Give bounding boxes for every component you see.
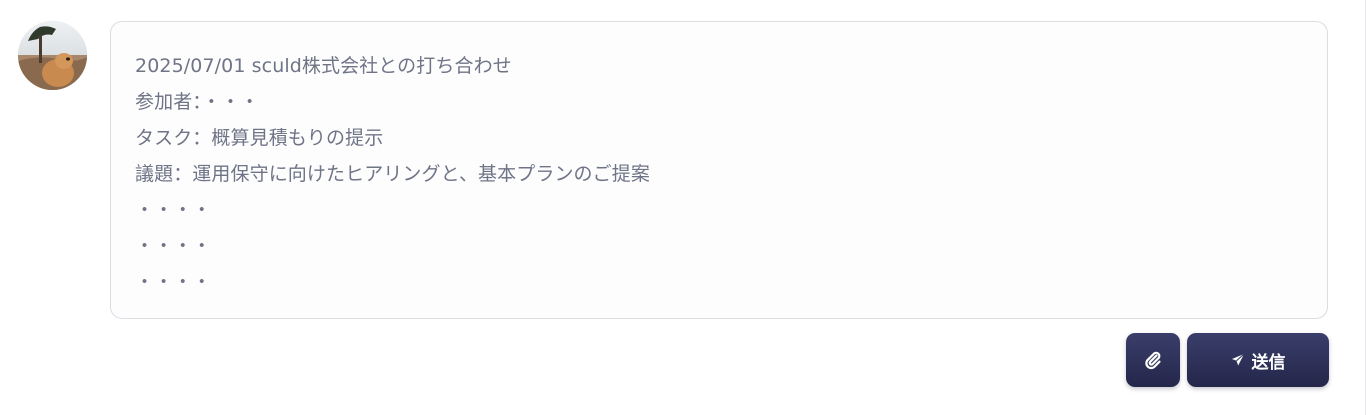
message-line-title: 2025/07/01 sculd株式会社との打ち合わせ (135, 55, 512, 77)
message-line-agenda: 議題：運用保守に向けたヒアリングと、基本プランのご提案 (135, 163, 650, 185)
avatar-photo-image (18, 21, 87, 90)
paperclip-icon (1144, 350, 1162, 370)
chat-compose-page: 2025/07/01 sculd株式会社との打ち合わせ 参加者：・・・ タスク：… (0, 0, 1366, 415)
send-button[interactable]: 送信 (1187, 333, 1329, 387)
message-input-box[interactable]: 2025/07/01 sculd株式会社との打ち合わせ 参加者：・・・ タスク：… (110, 21, 1328, 319)
attach-file-button[interactable] (1126, 333, 1180, 387)
message-line-ellipsis-3: ・・・・ (135, 271, 212, 293)
paper-plane-icon (1231, 353, 1245, 367)
message-line-ellipsis-1: ・・・・ (135, 199, 212, 221)
message-line-task: タスク：概算見積もりの提示 (135, 127, 384, 149)
message-line-participants: 参加者：・・・ (135, 91, 260, 113)
avatar (18, 21, 87, 90)
message-line-ellipsis-2: ・・・・ (135, 235, 212, 257)
send-button-label: 送信 (1251, 352, 1286, 373)
